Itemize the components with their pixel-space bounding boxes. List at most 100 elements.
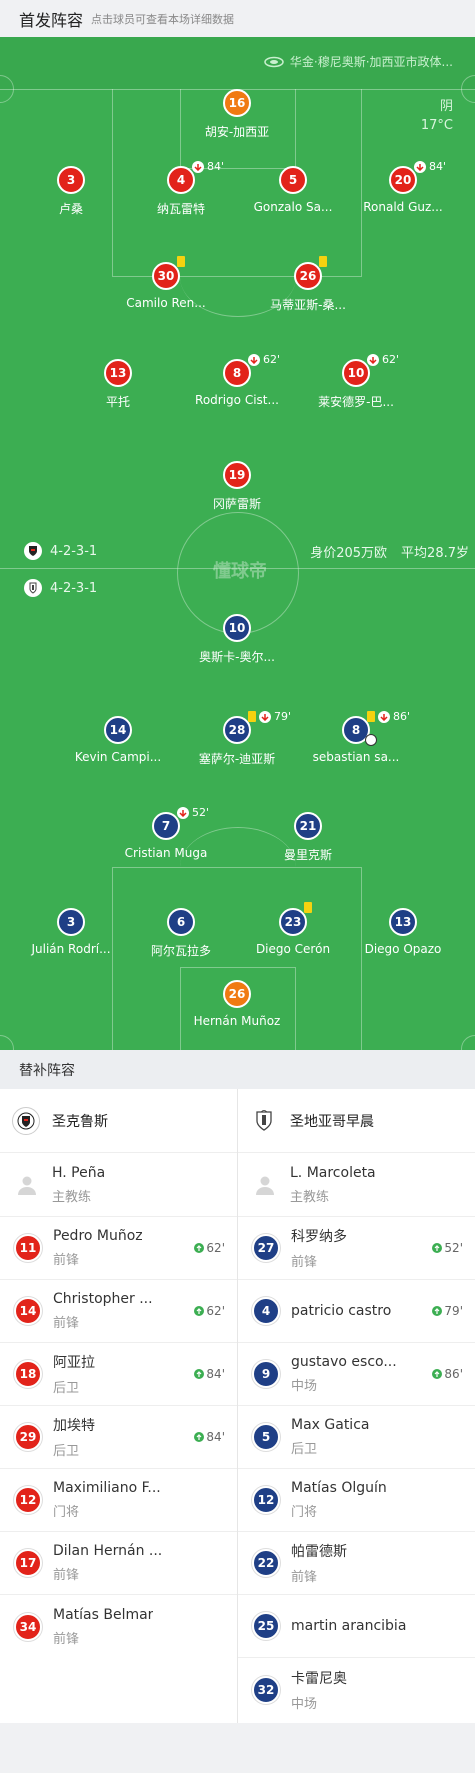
lineup-title: 首发阵容	[19, 10, 84, 30]
sub-player-row[interactable]: 22 帕雷德斯 前锋	[238, 1532, 475, 1595]
sub-player-row[interactable]: 5 Max Gatica 后卫	[238, 1406, 475, 1469]
lineup-header: 首发阵容 点击球员可查看本场详细数据	[0, 0, 475, 37]
player-number: 8	[223, 359, 251, 387]
goal-ball-icon	[365, 734, 377, 746]
sub-player-row[interactable]: 4 patricio castro 79'	[238, 1280, 475, 1343]
away-player[interactable]: 3 Julián Rodrí...	[16, 908, 126, 956]
player-position: 前锋	[53, 1568, 80, 1583]
substitution-in-icon	[432, 1306, 443, 1316]
player-number: 4	[252, 1297, 280, 1325]
home-player[interactable]: 3 卢桑	[16, 166, 126, 217]
sub-minute: 62'	[263, 353, 281, 366]
coach-role: 主教练	[290, 1189, 330, 1205]
sub-minute: 84'	[207, 160, 225, 173]
away-player[interactable]: 7 52' Cristian Muga	[111, 806, 221, 860]
watermark: 懂球帝	[213, 561, 267, 582]
sub-player-row[interactable]: 17 Dilan Hernán ... 前锋	[0, 1532, 237, 1595]
player-number: 19	[223, 461, 251, 489]
sub-player-row[interactable]: 14 Christopher ... 前锋 62'	[0, 1280, 237, 1343]
substitution-out-icon	[414, 160, 426, 173]
substitution-out-icon	[378, 710, 390, 723]
home-player[interactable]: 19 冈萨雷斯	[182, 461, 292, 512]
player-name: 纳瓦雷特	[156, 202, 205, 216]
player-name: 加埃特	[53, 1418, 95, 1434]
player-name: martin arancibia	[291, 1618, 407, 1634]
player-number: 26	[294, 262, 322, 290]
sub-player-row[interactable]: 27 科罗纳多 前锋 52'	[238, 1217, 475, 1280]
away-player[interactable]: 14 Kevin Campi...	[63, 716, 173, 764]
player-position: 前锋	[291, 1255, 318, 1270]
player-number: 14	[14, 1297, 42, 1325]
sub-player-row[interactable]: 11 Pedro Muñoz 前锋 62'	[0, 1217, 237, 1280]
away-player[interactable]: 13 Diego Opazo	[348, 908, 458, 956]
home-player[interactable]: 20 84' Ronald Guz...	[348, 160, 458, 214]
substitution-out-icon	[367, 353, 379, 366]
player-number: 5	[279, 166, 307, 194]
player-number: 25	[252, 1612, 280, 1640]
yellow-card-icon	[319, 256, 327, 267]
player-name: 阿尔瓦拉多	[150, 944, 211, 958]
away-player[interactable]: 21 曼里克斯	[253, 812, 363, 863]
sub-player-row[interactable]: 34 Matías Belmar 前锋	[0, 1595, 237, 1658]
player-name: Diego Opazo	[364, 942, 442, 956]
home-player[interactable]: 10 62' 莱安德罗-巴...	[301, 353, 411, 410]
team-value-row: 身价205万欧 平均28.7岁	[310, 542, 469, 561]
sub-player-row[interactable]: 12 Matías Olguín 门将	[238, 1469, 475, 1532]
home-team-name: 圣克鲁斯	[52, 1113, 108, 1130]
substitution-in-icon	[194, 1306, 205, 1316]
home-team-row[interactable]: 圣克鲁斯	[0, 1089, 237, 1153]
sub-minute: 84'	[429, 160, 447, 173]
player-number: 4	[167, 166, 195, 194]
player-name: Maximiliano F...	[53, 1480, 161, 1496]
player-position: 后卫	[53, 1444, 80, 1459]
away-player[interactable]: 28 79' 塞萨尔-迪亚斯	[182, 710, 292, 767]
sub-minute: 62'	[382, 353, 400, 366]
away-player[interactable]: 26 Hernán Muñoz	[182, 980, 292, 1028]
player-name: Hernán Muñoz	[193, 1014, 281, 1028]
yellow-card-icon	[248, 711, 256, 722]
home-player[interactable]: 26 马蒂亚斯-桑...	[253, 256, 363, 313]
home-player[interactable]: 13 平托	[63, 359, 173, 410]
player-number: 34	[14, 1612, 42, 1641]
subs-panel: 圣克鲁斯 H. Peña 主教练 11 Pedro Muñoz 前锋 62' 14…	[0, 1089, 475, 1723]
player-name: 阿亚拉	[53, 1355, 95, 1371]
home-player[interactable]: 16 胡安-加西亚	[182, 89, 292, 140]
subs-title: 替补阵容	[0, 1050, 475, 1089]
away-player[interactable]: 23 Diego Cerón	[238, 902, 348, 956]
away-player[interactable]: 10 奥斯卡-奥尔...	[182, 614, 292, 665]
player-number: 5	[252, 1423, 280, 1451]
player-number: 10	[342, 359, 370, 387]
substitution-out-icon	[248, 353, 260, 366]
home-player[interactable]: 30 Camilo Ren...	[111, 256, 221, 310]
sub-player-row[interactable]: 12 Maximiliano F... 门将	[0, 1469, 237, 1532]
away-team-row[interactable]: 圣地亚哥早晨	[238, 1089, 475, 1153]
sub-player-row[interactable]: 32 卡雷尼奥 中场	[238, 1658, 475, 1721]
sub-player-row[interactable]: 25 martin arancibia	[238, 1595, 475, 1658]
sub-player-row[interactable]: 18 阿亚拉 后卫 84'	[0, 1343, 237, 1406]
substitution-out-icon	[192, 160, 204, 173]
home-player[interactable]: 8 62' Rodrigo Cist...	[182, 353, 292, 407]
player-number: 26	[223, 980, 251, 1008]
player-number: 27	[252, 1234, 280, 1262]
sub-in-minute: 86'	[444, 1367, 463, 1381]
away-player[interactable]: 6 阿尔瓦拉多	[126, 908, 236, 959]
player-position: 前锋	[53, 1253, 80, 1268]
substitution-in-icon	[194, 1369, 205, 1379]
home-coach-row[interactable]: H. Peña 主教练	[0, 1153, 237, 1217]
home-formation: 4-2-3-1	[24, 542, 97, 560]
sub-player-row[interactable]: 29 加埃特 后卫 84'	[0, 1406, 237, 1469]
away-coach-row[interactable]: L. Marcoleta 主教练	[238, 1153, 475, 1217]
player-name: Camilo Ren...	[126, 296, 206, 310]
player-name: Pedro Muñoz	[53, 1228, 143, 1244]
home-team-crest-icon	[12, 1106, 40, 1135]
player-number: 12	[14, 1486, 42, 1514]
home-player[interactable]: 5 Gonzalo Sa...	[238, 166, 348, 214]
player-name: 胡安-加西亚	[204, 125, 270, 139]
away-player[interactable]: 8 86' sebastian sa...	[301, 710, 411, 764]
sub-player-row[interactable]: 9 gustavo esco... 中场 86'	[238, 1343, 475, 1406]
away-team-name: 圣地亚哥早晨	[290, 1113, 374, 1130]
sub-minute: 86'	[393, 710, 411, 723]
coach-avatar-icon	[254, 1174, 276, 1196]
home-subs-column: 圣克鲁斯 H. Peña 主教练 11 Pedro Muñoz 前锋 62' 14…	[0, 1089, 237, 1658]
home-player[interactable]: 4 84' 纳瓦雷特	[126, 160, 236, 217]
